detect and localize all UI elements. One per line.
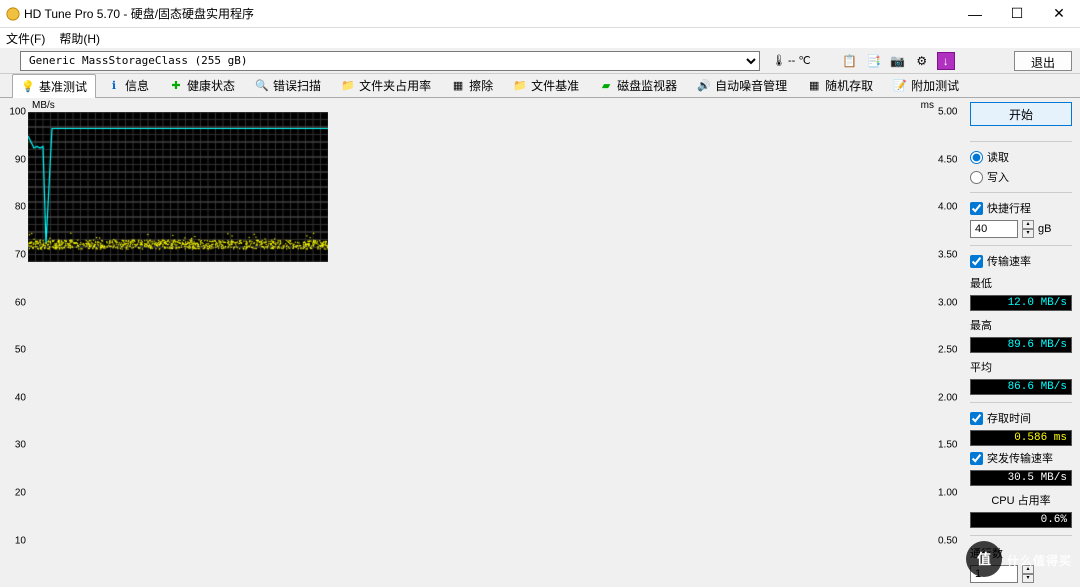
tab-health[interactable]: ✚ 健康状态: [160, 73, 244, 97]
min-label: 最低: [970, 275, 1072, 291]
cpu-label: CPU 占用率: [970, 492, 1072, 508]
tab-folder-usage[interactable]: 📁 文件夹占用率: [332, 73, 440, 97]
tab-label: 文件夹占用率: [359, 77, 431, 94]
menu-help[interactable]: 帮助(H): [59, 30, 100, 47]
settings-icon[interactable]: ⚙: [913, 52, 931, 70]
side-panel: 开始 读取 写入 快捷行程 ▴▾ gB 传输速率 最低 12.0 MB/s 最高…: [966, 98, 1080, 587]
drive-select[interactable]: Generic MassStorageClass (255 gB): [20, 51, 760, 71]
random-icon: ▦: [807, 79, 821, 93]
cpu-value: 0.6%: [970, 512, 1072, 528]
short-stroke-input[interactable]: [970, 220, 1018, 238]
stroke-unit: gB: [1038, 223, 1051, 235]
thermometer-icon: 🌡: [772, 54, 786, 67]
tab-disk-monitor[interactable]: ▰ 磁盘监视器: [590, 73, 686, 97]
speaker-icon: 🔊: [697, 79, 711, 93]
maximize-button[interactable]: ☐: [996, 0, 1038, 28]
tab-label: 信息: [125, 77, 149, 94]
window-title: HD Tune Pro 5.70 - 硬盘/固态硬盘实用程序: [24, 5, 954, 22]
tab-label: 自动噪音管理: [715, 77, 787, 94]
screenshot-icon[interactable]: 📷: [889, 52, 907, 70]
monitor-icon: ▰: [599, 79, 613, 93]
y2-axis-label: ms: [921, 100, 934, 111]
search-icon: 🔍: [255, 79, 269, 93]
copy-icon[interactable]: 📋: [841, 52, 859, 70]
content-area: MB/s ms 100908070605040302010 5.004.504.…: [0, 98, 1080, 587]
toolbar: Generic MassStorageClass (255 gB) 🌡 -- ℃…: [0, 48, 1080, 74]
tab-label: 随机存取: [825, 77, 873, 94]
spin-down[interactable]: ▾: [1022, 229, 1034, 238]
max-value: 89.6 MB/s: [970, 337, 1072, 353]
minimize-button[interactable]: —: [954, 0, 996, 28]
close-button[interactable]: ✕: [1038, 0, 1080, 28]
spin-up[interactable]: ▴: [1022, 220, 1034, 229]
write-radio[interactable]: 写入: [970, 169, 1072, 185]
erase-icon: ▦: [451, 79, 465, 93]
transfer-rate-checkbox[interactable]: 传输速率: [970, 253, 1072, 269]
health-icon: ✚: [169, 79, 183, 93]
min-value: 12.0 MB/s: [970, 295, 1072, 311]
tab-label: 健康状态: [187, 77, 235, 94]
tab-error-scan[interactable]: 🔍 错误扫描: [246, 73, 330, 97]
tab-label: 文件基准: [531, 77, 579, 94]
tab-file-benchmark[interactable]: 📁 文件基准: [504, 73, 588, 97]
save-icon[interactable]: ↓: [937, 52, 955, 70]
temperature-value: -- ℃: [788, 54, 811, 67]
tabstrip: 💡基准测试 ℹ信息 ✚健康状态 🔍错误扫描 📁文件夹占用率 ▦擦除 📁文件基准 …: [0, 74, 1080, 98]
max-label: 最高: [970, 317, 1072, 333]
avg-value: 86.6 MB/s: [970, 379, 1072, 395]
tab-random-access[interactable]: ▦ 随机存取: [798, 73, 882, 97]
access-time-checkbox[interactable]: 存取时间: [970, 410, 1072, 426]
tab-label: 错误扫描: [273, 77, 321, 94]
y-ticks-right: 5.004.504.003.503.002.502.001.501.000.50: [938, 112, 966, 573]
tab-benchmark[interactable]: 💡 基准测试: [12, 74, 96, 98]
tab-extra-tests[interactable]: 📝 附加测试: [884, 73, 968, 97]
burst-checkbox[interactable]: 突发传输速率: [970, 450, 1072, 466]
watermark-text: 什么值得买: [1007, 552, 1072, 569]
copy-all-icon[interactable]: 📑: [865, 52, 883, 70]
window-titlebar: HD Tune Pro 5.70 - 硬盘/固态硬盘实用程序 — ☐ ✕: [0, 0, 1080, 28]
watermark-badge: 值: [966, 541, 1002, 577]
tab-erase[interactable]: ▦ 擦除: [442, 73, 502, 97]
benchmark-chart: [28, 112, 328, 262]
short-stroke-checkbox[interactable]: 快捷行程: [970, 200, 1072, 216]
chart-area: MB/s ms 100908070605040302010 5.004.504.…: [14, 100, 962, 583]
temperature-display: 🌡 -- ℃: [772, 54, 811, 67]
file-icon: 📁: [513, 79, 527, 93]
read-radio[interactable]: 读取: [970, 149, 1072, 165]
tab-label: 附加测试: [911, 77, 959, 94]
exit-button[interactable]: 退出: [1014, 51, 1072, 71]
tab-label: 基准测试: [39, 78, 87, 95]
bulb-icon: 💡: [21, 80, 35, 94]
tab-info[interactable]: ℹ 信息: [98, 73, 158, 97]
window-controls: — ☐ ✕: [954, 0, 1080, 28]
folder-icon: 📁: [341, 79, 355, 93]
access-value: 0.586 ms: [970, 430, 1072, 446]
info-icon: ℹ: [107, 79, 121, 93]
y-ticks-left: 100908070605040302010: [10, 112, 26, 573]
start-button[interactable]: 开始: [970, 102, 1072, 126]
tab-label: 磁盘监视器: [617, 77, 677, 94]
y-axis-label: MB/s: [32, 100, 55, 111]
burst-value: 30.5 MB/s: [970, 470, 1072, 486]
tab-label: 擦除: [469, 77, 493, 94]
menubar: 文件(F) 帮助(H): [0, 28, 1080, 48]
spin-down[interactable]: ▾: [1022, 574, 1034, 583]
avg-label: 平均: [970, 359, 1072, 375]
app-icon: [6, 7, 20, 21]
tab-aam[interactable]: 🔊 自动噪音管理: [688, 73, 796, 97]
extra-icon: 📝: [893, 79, 907, 93]
menu-file[interactable]: 文件(F): [6, 30, 45, 47]
